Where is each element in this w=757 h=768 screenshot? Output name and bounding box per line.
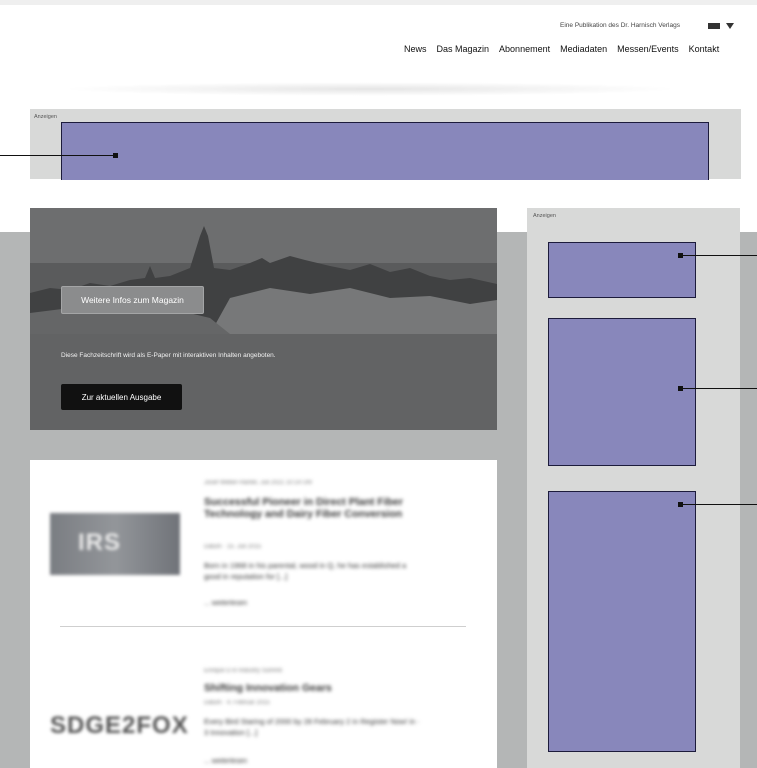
sidebar-ad-skyscraper-marker-line [681, 504, 757, 505]
main-nav: News Das Magazin Abonnement Mediadaten M… [404, 44, 719, 54]
article-date: Datum · 4. Februar 2015 [204, 700, 270, 706]
sidebar-ad-label: Anzeigen [533, 213, 556, 219]
top-ad-banner[interactable] [61, 122, 709, 182]
article-divider [60, 626, 466, 627]
read-more-link[interactable]: ... weiterlesen [204, 758, 247, 765]
article-teaser: Born in 1968 in his parental, wood in Q,… [204, 561, 407, 581]
article-date: Datum · 15. Juli 2015 [204, 544, 262, 550]
city-skyline-image [30, 208, 497, 334]
nav-item-news[interactable]: News [404, 44, 427, 54]
current-issue-button[interactable]: Zur aktuellen Ausgabe [61, 384, 182, 410]
article-title[interactable]: Shifting Innovation Gears [204, 682, 444, 694]
sidebar-ad-medium[interactable] [548, 318, 696, 466]
nav-item-magazin[interactable]: Das Magazin [437, 44, 490, 54]
top-ad-marker-line [0, 155, 113, 156]
sidebar-ad-small-marker-line [681, 255, 757, 256]
read-more-link[interactable]: ... weiterlesen [204, 600, 247, 607]
article-list: IRS Josef Weber-Hantel, Juli 2021 10:14 … [30, 460, 497, 768]
nav-item-kontakt[interactable]: Kontakt [689, 44, 720, 54]
caret-down-icon [726, 23, 734, 29]
sidebar-ad-small[interactable] [548, 242, 696, 298]
article-teaser: Every Bird Staring of 2000 by 28 Februar… [204, 717, 420, 737]
article-meta: Josef Weber-Hantel, Juli 2021 10:14 Uhr [204, 480, 313, 486]
nav-item-abonnement[interactable]: Abonnement [499, 44, 550, 54]
publication-prefix: Eine Publikation des [560, 22, 619, 29]
hero-text-area [30, 334, 497, 430]
article-meta: Enrique D in Industry Summit [204, 668, 283, 674]
publisher-link[interactable]: Dr. Harnisch Verlags [621, 22, 680, 29]
top-ad-label: Anzeigen [34, 114, 57, 120]
sidebar-ad-medium-marker-line [681, 388, 757, 389]
publication-note: Eine Publikation des Dr. Harnisch Verlag… [560, 22, 680, 29]
nav-item-messen[interactable]: Messen/Events [617, 44, 679, 54]
magazine-hero: Weitere Infos zum Magazin Diese Fachzeit… [30, 208, 497, 430]
sidebar-ad-skyscraper[interactable] [548, 491, 696, 752]
language-selector[interactable] [708, 21, 742, 33]
flag-icon [708, 23, 720, 29]
nav-item-mediadaten[interactable]: Mediadaten [560, 44, 607, 54]
top-ad-marker-dot [113, 153, 118, 158]
magazine-info-button[interactable]: Weitere Infos zum Magazin [61, 286, 204, 314]
thumbnail-logo-text: SDGE2FOX [50, 712, 189, 739]
article-thumbnail[interactable]: IRS [50, 513, 180, 575]
hero-description: Diese Fachzeitschrift wird als E-Paper m… [61, 352, 276, 359]
header-top-edge [0, 0, 757, 5]
article-title[interactable]: Successful Pioneer in Direct Plant Fiber… [204, 496, 444, 520]
header-shadow [60, 82, 680, 96]
thumbnail-logo-text: IRS [78, 529, 122, 556]
article-thumbnail[interactable]: SDGE2FOX [50, 700, 188, 762]
